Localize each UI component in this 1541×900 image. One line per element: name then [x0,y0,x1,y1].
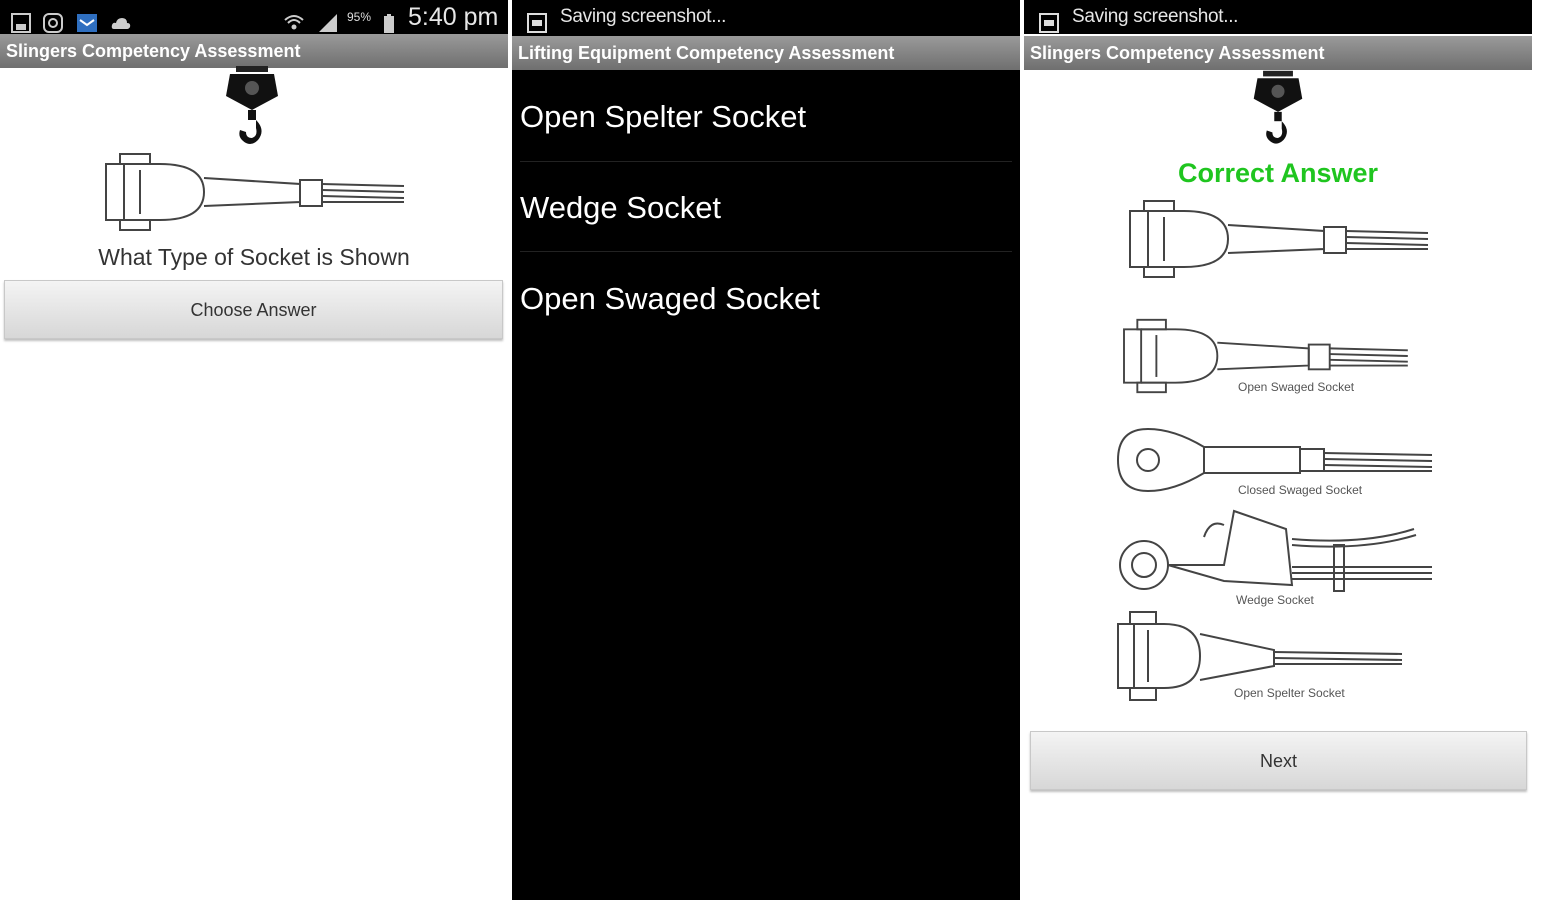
status-bar: Saving screenshot... [512,0,1020,34]
divider [520,251,1012,252]
caption-open-spelter-socket: Open Spelter Socket [1234,686,1345,700]
caption-open-swaged-socket: Open Swaged Socket [1238,380,1355,394]
result-message: Correct Answer [1177,158,1379,188]
option-open-swaged-socket[interactable]: Open Swaged Socket [520,279,1012,319]
status-bar: Saving screenshot... [1024,0,1532,34]
option-open-spelter-socket[interactable]: Open Spelter Socket [520,97,1012,137]
status-notification: Saving screenshot... [560,6,727,27]
app-title-bar: Slingers Competency Assessment [0,34,508,68]
clock: 5:40 pm [408,3,499,31]
next-button[interactable]: Next [1030,731,1527,790]
open-swaged-socket-icon [1129,200,1429,278]
crane-hook-icon [1253,70,1303,144]
screenshot-icon [527,13,547,33]
question-screen: 95% 5:40 pm Slingers Competency Assessme… [0,0,508,900]
question-text: What Type of Socket is Shown [98,244,410,270]
status-bar: 95% 5:40 pm [0,0,508,34]
app-title-bar: Lifting Equipment Competency Assessment [512,36,1020,70]
wedge-socket-icon [1119,509,1432,592]
screenshot-icon [1039,13,1059,33]
battery-percent: 95% [347,10,372,24]
caption-closed-swaged-socket: Closed Swaged Socket [1238,483,1363,497]
app-title-bar: Slingers Competency Assessment [1024,36,1532,70]
status-notification: Saving screenshot... [1072,6,1239,27]
open-swaged-socket-icon [105,153,405,231]
option-wedge-socket[interactable]: Wedge Socket [520,188,1012,228]
result-screen: Saving screenshot... Slingers Competency… [1024,0,1532,900]
answer-options-screen: Saving screenshot... Lifting Equipment C… [512,0,1020,900]
divider [520,161,1012,162]
choose-answer-button[interactable]: Choose Answer [4,280,503,339]
caption-wedge-socket: Wedge Socket [1236,593,1314,607]
crane-hook-icon [226,66,278,144]
